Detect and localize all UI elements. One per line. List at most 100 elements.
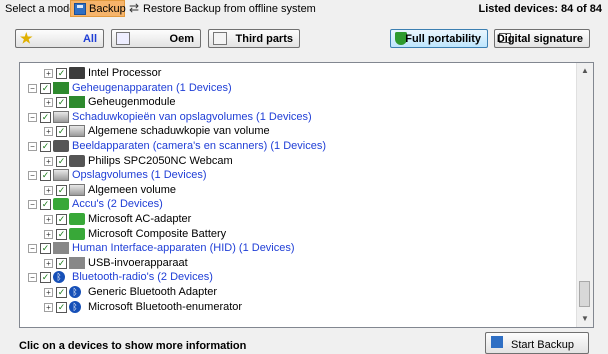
tree-category-row[interactable]: − ✓ Accu's (2 Devices) [20,197,575,212]
collapse-icon[interactable]: − [28,273,37,283]
device-checkbox[interactable]: ✓ [56,228,67,240]
tree-device-row[interactable]: + ✓ Philips SPC2050NC Webcam [20,154,575,169]
tree-device-row[interactable]: + ✓ Geheugenmodule [20,95,575,110]
device-label: USB-invoerapparaat [88,256,188,269]
device-checkbox[interactable]: ✓ [40,243,51,255]
third-parts-icon [213,32,227,45]
start-backup-button[interactable]: Start Backup [485,332,589,354]
start-backup-label: Start Backup [511,339,574,351]
mode-bar: Select a mode Backup ⇄ Restore Backup fr… [0,0,608,18]
device-checkbox[interactable]: ✓ [56,257,67,269]
collapse-icon[interactable]: − [28,142,37,151]
device-checkbox[interactable]: ✓ [56,301,67,313]
expand-icon[interactable]: + [44,258,53,268]
disk-icon [53,110,69,123]
memory-icon [53,81,69,94]
battery-icon [69,227,85,240]
expand-icon[interactable]: + [44,98,53,108]
tree-category-row[interactable]: − ✓ Beeldapparaten (camera's en scanners) … [20,139,575,154]
tree-device-row[interactable]: + ✓ ᛒ Microsoft Bluetooth-enumerator [20,300,575,315]
filter-oem-button[interactable]: Oem [111,29,201,48]
device-checkbox[interactable]: ✓ [40,82,51,94]
expand-icon[interactable]: + [44,185,53,195]
backup-mode-button[interactable]: Backup [70,0,126,17]
expand-icon[interactable]: + [44,156,53,166]
expand-icon[interactable]: + [44,288,53,297]
disk-icon [53,169,69,182]
tree-device-row[interactable]: + ✓ Microsoft AC-adapter [20,212,575,227]
device-checkbox[interactable]: ✓ [56,97,67,109]
device-checkbox[interactable]: ✓ [56,184,67,196]
device-label: Microsoft Composite Battery [88,227,227,240]
restore-icon[interactable]: ⇄ [129,2,141,14]
disk-icon [69,183,85,196]
filter-third-parts-button[interactable]: Third parts [208,29,300,48]
collapse-icon[interactable]: − [28,171,37,181]
filter-oem-label: Oem [169,33,194,45]
collapse-icon[interactable]: − [28,112,37,122]
camera-icon [53,140,69,152]
tree-category-row[interactable]: − ✓ Schaduwkopieën van opslagvolumes (1 De… [20,110,575,125]
category-label: Schaduwkopieën van opslagvolumes (1 Devi… [72,110,312,123]
filter-all-button[interactable]: ★ All [15,29,104,48]
tree-device-row[interactable]: + ✓ ᛒ Generic Bluetooth Adapter [20,285,575,300]
tree-device-row[interactable]: + ✓ Algemene schaduwkopie van volume [20,124,575,139]
info-hint-text: Clic on a devices to show more informati… [19,340,247,352]
device-checkbox[interactable]: ✓ [56,214,67,225]
star-icon: ★ [20,30,33,46]
expand-icon[interactable]: + [44,302,53,312]
device-tree[interactable]: + ✓ Intel Processor − ✓ Geheugenapparaten (1 … [19,62,594,328]
device-checkbox[interactable]: ✓ [40,170,51,182]
usb-icon [69,256,85,269]
scroll-up-arrow-icon[interactable]: ▲ [577,63,593,79]
tree-category-row[interactable]: − ✓ Geheugenapparaten (1 Devices) [20,81,575,96]
select-mode-label: Select a mode [5,3,76,15]
device-checkbox[interactable]: ✓ [40,199,51,211]
collapse-icon[interactable]: − [28,83,37,93]
tree-category-row[interactable]: − ✓ Opslagvolumes (1 Devices) [20,168,575,183]
expand-icon[interactable]: + [44,69,53,78]
restore-mode-button[interactable]: Restore [143,3,182,15]
filter-third-parts-label: Third parts [235,33,293,45]
expand-icon[interactable]: + [44,215,53,224]
battery-icon [69,213,85,225]
expand-icon[interactable]: + [44,229,53,239]
device-label: Microsoft AC-adapter [88,213,192,225]
device-checkbox[interactable]: ✓ [56,126,67,138]
memory-icon [69,96,85,109]
scroll-down-arrow-icon[interactable]: ▼ [577,311,593,327]
device-checkbox[interactable]: ✓ [56,287,67,298]
tree-device-row[interactable]: + ✓ Algemeen volume [20,183,575,198]
digital-signature-button[interactable]: Digital signature [494,29,590,48]
offline-backup-mode-button[interactable]: Backup from offline system [184,3,316,15]
collapse-icon[interactable]: − [28,244,37,254]
category-label: Accu's (2 Devices) [72,198,163,211]
device-checkbox[interactable]: ✓ [56,155,67,167]
usb-icon [53,242,69,255]
device-label: Philips SPC2050NC Webcam [88,154,233,167]
tree-category-row[interactable]: − ✓ Human Interface-apparaten (HID) (1 Dev… [20,241,575,256]
tree-device-row[interactable]: + ✓ USB-invoerapparaat [20,256,575,271]
device-checkbox[interactable]: ✓ [40,272,51,284]
expand-icon[interactable]: + [44,127,53,137]
device-checkbox[interactable]: ✓ [56,68,67,79]
digital-signature-label: Digital signature [496,33,583,45]
tree-vertical-scrollbar[interactable]: ▲ ▼ [576,63,593,327]
bluetooth-icon: ᛒ [69,286,81,298]
disk-icon [69,125,85,138]
scroll-thumb[interactable] [579,281,590,307]
listed-devices-count: Listed devices: 84 of 84 [478,3,603,15]
backup-mode-label: Backup [89,3,126,15]
bluetooth-icon: ᛒ [53,271,65,284]
tree-category-row[interactable]: − ✓ ᛒ Bluetooth-radio's (2 Devices) [20,270,575,285]
device-checkbox[interactable]: ✓ [40,141,51,152]
device-label: Geheugenmodule [88,96,176,109]
device-label: Generic Bluetooth Adapter [88,286,218,298]
floppy-disk-icon [74,3,86,15]
full-portability-button[interactable]: Full portability [390,29,488,48]
device-checkbox[interactable]: ✓ [40,111,51,123]
collapse-icon[interactable]: − [28,200,37,210]
tree-device-row[interactable]: + ✓ Intel Processor [20,66,575,81]
device-label: Intel Processor [88,67,162,79]
tree-device-row[interactable]: + ✓ Microsoft Composite Battery [20,227,575,242]
